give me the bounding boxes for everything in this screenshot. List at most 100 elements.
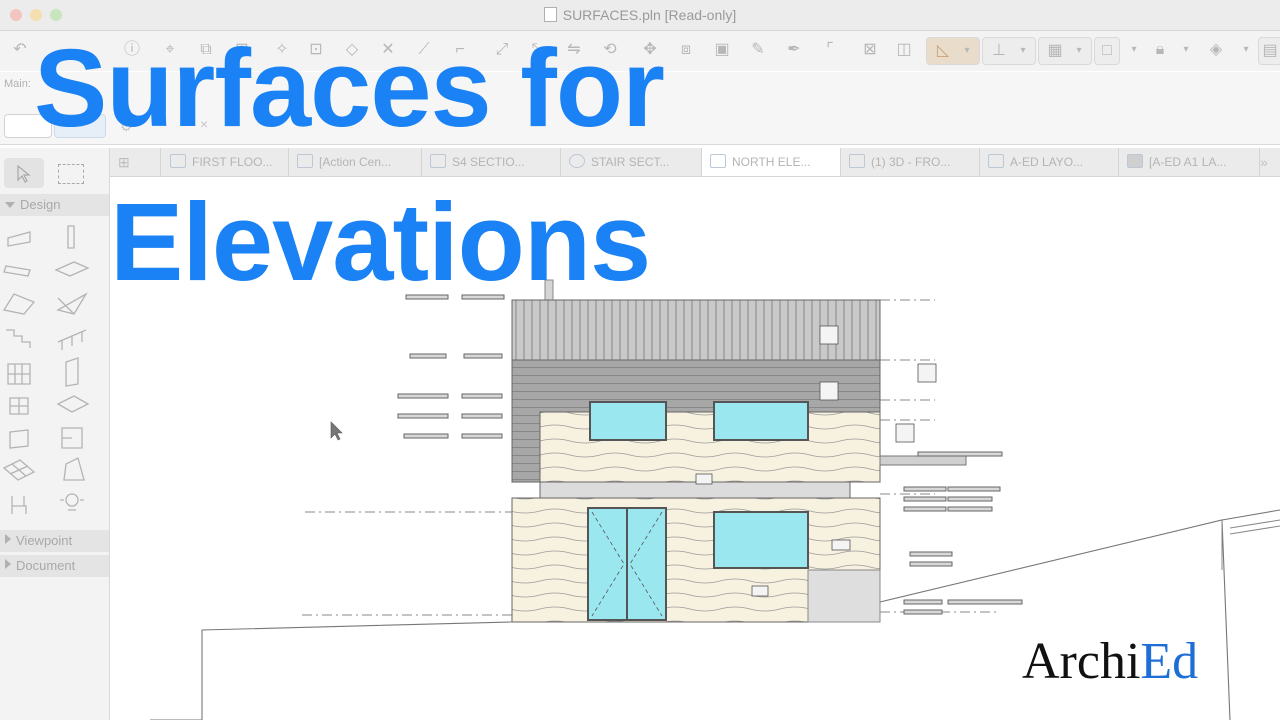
square-icon: □ <box>1102 42 1112 59</box>
section-label: Document <box>16 558 76 573</box>
tab-north-elevation[interactable]: NORTH ELE... <box>702 148 841 176</box>
layer-icon[interactable]: ◫ <box>894 40 914 60</box>
tab-a-ed-layout[interactable]: A-ED LAYO... <box>980 148 1119 176</box>
window-lower-right <box>713 511 809 569</box>
trim-icon[interactable]: ⊠ <box>860 40 880 60</box>
3d-view-icon[interactable]: ◈ <box>1206 40 1226 60</box>
explode-icon[interactable]: ▣ <box>712 40 732 60</box>
canopy <box>539 481 851 499</box>
section-design-header[interactable]: Design <box>0 194 109 216</box>
column-icon <box>67 225 75 249</box>
snap-guide-icon: ⊥ <box>992 42 1006 59</box>
section-label: Design <box>20 197 61 212</box>
lock-icon[interactable]: 🔒︎ <box>1150 40 1170 60</box>
tab-label: NORTH ELE... <box>732 155 811 169</box>
tab-overview[interactable]: ⊞ <box>110 148 161 176</box>
window-upper-right <box>713 401 809 441</box>
undo-icon[interactable]: ↶ <box>10 40 30 60</box>
mesh-icon <box>2 459 36 481</box>
tab-label: [A-ED A1 LA... <box>1149 155 1227 169</box>
design-tools-grid <box>2 225 90 514</box>
tab-3d-front[interactable]: (1) 3D - FRO... <box>841 148 980 176</box>
tab-label: (1) 3D - FRO... <box>871 155 951 169</box>
tab-label: A-ED LAYO... <box>1010 155 1084 169</box>
tab-label: S4 SECTIO... <box>452 155 525 169</box>
door-icon <box>65 357 79 387</box>
window-icon <box>9 397 29 415</box>
grid-snap-dropdown[interactable]: ▦ ▾ <box>1038 37 1092 65</box>
tab-first-floor[interactable]: FIRST FLOO... <box>162 148 289 176</box>
chevron-down-icon[interactable]: ▾ <box>1236 40 1256 60</box>
tab-a-ed-a1-layout[interactable]: [A-ED A1 LA... <box>1119 148 1260 176</box>
grid-view-icon: ⊞ <box>118 154 130 170</box>
layout-book-icon <box>1127 154 1143 168</box>
window-upper-left <box>589 401 667 441</box>
disclosure-open-icon <box>5 202 15 208</box>
action-center-icon <box>297 154 313 168</box>
view-options-button[interactable]: □ <box>1094 37 1120 65</box>
logo-part-2: Ed <box>1140 633 1199 690</box>
zone-icon <box>61 427 83 449</box>
multiply-icon[interactable]: ⧈ <box>676 40 696 60</box>
archied-logo: ArchiEd <box>1022 636 1198 688</box>
stair-section-icon <box>569 154 585 168</box>
logo-part-1: Archi <box>1022 633 1141 690</box>
headline-line-1: Surfaces for <box>34 27 665 150</box>
guide-line-dropdown[interactable]: ◺ ▾ <box>926 37 980 65</box>
wall-icon <box>7 231 31 247</box>
headline-line-2: Elevations <box>110 181 651 304</box>
curtain-wall-icon <box>7 363 31 385</box>
skylight-icon <box>56 395 90 413</box>
disclosure-closed-icon <box>5 559 11 569</box>
tab-label: STAIR SECT... <box>591 155 670 169</box>
chevron-down-icon: ▾ <box>1020 45 1026 56</box>
tab-s4-section[interactable]: S4 SECTIO... <box>422 148 561 176</box>
right-level-markers <box>903 451 1023 615</box>
arrow-pointer-icon <box>17 164 31 183</box>
triangle-ruler-icon: ◺ <box>936 42 950 59</box>
chevron-down-icon[interactable]: ▾ <box>1176 40 1196 60</box>
tab-action-center[interactable]: [Action Cen... <box>289 148 422 176</box>
plinth <box>807 569 881 623</box>
side-canopy <box>879 455 967 466</box>
corner-icon[interactable]: ⌜ <box>820 40 840 60</box>
shell-icon <box>56 292 88 315</box>
morph-icon <box>63 457 85 481</box>
chevron-down-icon: ▾ <box>1076 45 1082 56</box>
roof-icon <box>2 293 36 315</box>
section-viewpoint-header[interactable]: Viewpoint <box>0 530 109 552</box>
more-icon: ▤ <box>1262 42 1278 59</box>
tab-label: [Action Cen... <box>319 155 392 169</box>
grid-icon: ▦ <box>1047 42 1063 59</box>
terrain-line-right <box>1221 509 1280 521</box>
railing-icon <box>57 329 87 350</box>
chevron-down-icon[interactable]: ▾ <box>1124 40 1144 60</box>
document-icon <box>543 7 557 22</box>
arrow-tool[interactable] <box>4 158 44 188</box>
toolbox-sidebar: Design Viewpoint Document <box>0 148 110 720</box>
section-label: Viewpoint <box>16 533 73 548</box>
chevron-down-icon: ▾ <box>964 45 970 56</box>
elevation-icon <box>710 154 726 168</box>
section-icon <box>430 154 446 168</box>
section-document-header[interactable]: Document <box>0 555 109 577</box>
pick-up-icon[interactable]: ✎ <box>748 40 768 60</box>
snap-dropdown[interactable]: ⊥ ▾ <box>982 37 1036 65</box>
tab-label: FIRST FLOO... <box>192 155 273 169</box>
inject-icon[interactable]: ✒ <box>784 40 804 60</box>
slab-icon <box>54 261 90 277</box>
more-tabs-icon[interactable]: » <box>1260 154 1268 170</box>
mouse-cursor-icon <box>330 421 343 441</box>
object-icon <box>9 429 29 449</box>
layout-icon <box>988 154 1004 168</box>
marquee-icon[interactable] <box>58 164 84 184</box>
beam-icon <box>3 265 31 277</box>
main-label: Main: <box>4 78 31 90</box>
chair-icon <box>11 496 27 514</box>
3d-icon <box>849 154 865 168</box>
more-button[interactable]: ▤ <box>1258 37 1280 65</box>
right-side-fence <box>1221 519 1280 570</box>
tab-stair-section[interactable]: STAIR SECT... <box>561 148 702 176</box>
window-title: SURFACES.pln [Read-only] <box>562 7 737 23</box>
floor-plan-icon <box>170 154 186 168</box>
